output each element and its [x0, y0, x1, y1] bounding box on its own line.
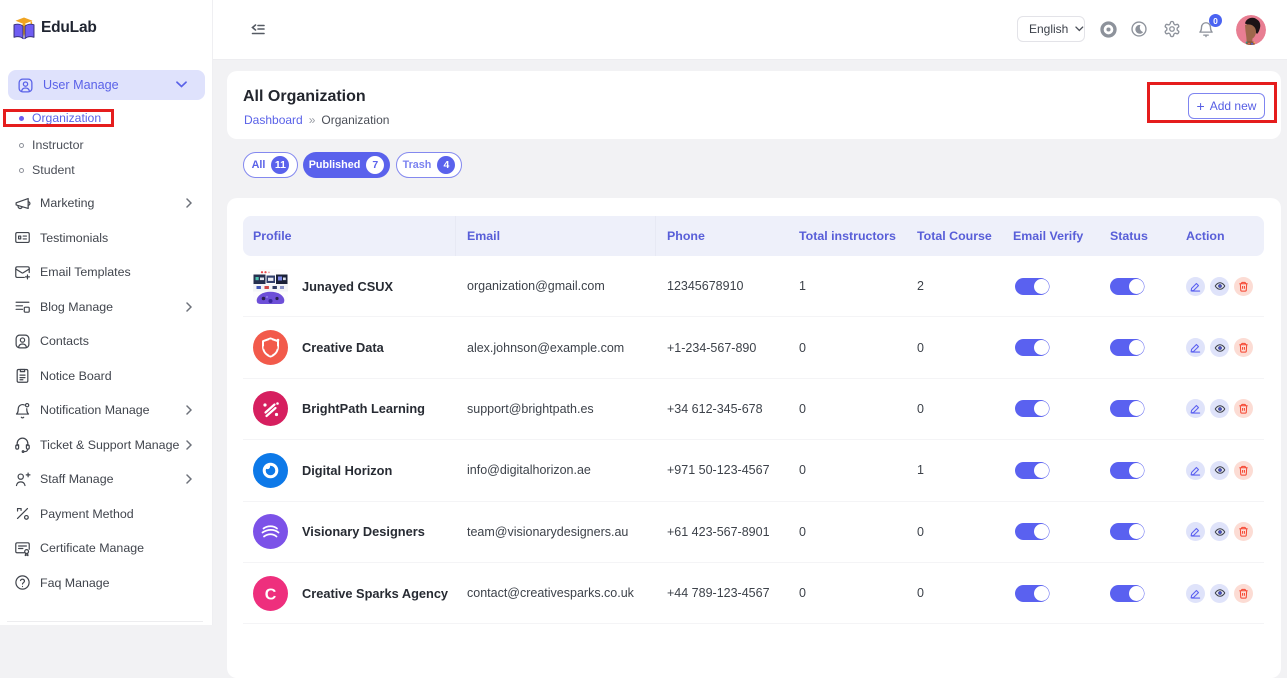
svg-text:C: C — [265, 586, 277, 603]
